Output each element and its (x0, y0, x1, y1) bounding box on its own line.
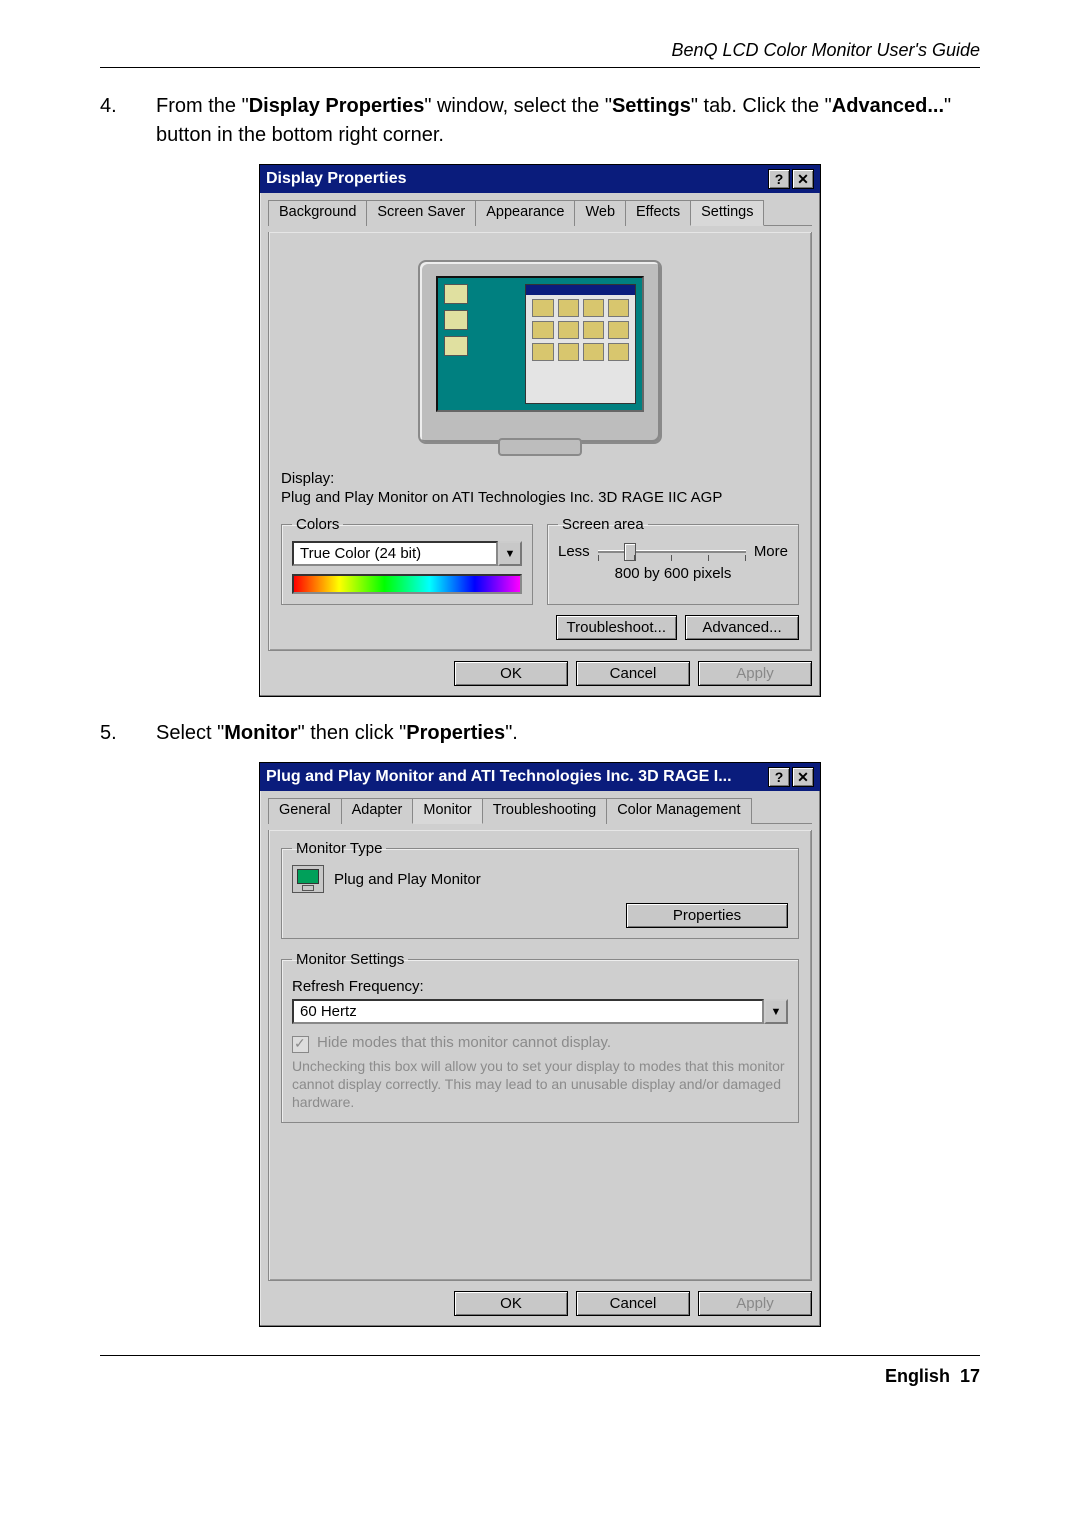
tab-general[interactable]: General (268, 798, 342, 824)
refresh-value: 60 Hertz (292, 999, 764, 1024)
tab-monitor[interactable]: Monitor (412, 798, 482, 824)
step-4-pre: From the " (156, 95, 249, 117)
resolution-value: 800 by 600 pixels (558, 565, 788, 582)
step-5-bold2: Properties (406, 722, 505, 744)
display-properties-dialog: Display Properties ? ✕ Background Screen… (259, 164, 821, 697)
monitor-type-group: Monitor Type Plug and Play Monitor Prope… (281, 840, 799, 939)
step-5: 5. Select "Monitor" then click "Properti… (100, 719, 980, 748)
color-gradient-preview (292, 574, 522, 594)
step-4-mid1: " window, select the " (424, 95, 612, 117)
step-4-text: From the "Display Properties" window, se… (156, 92, 980, 150)
dlg2-tabs: General Adapter Monitor Troubleshooting … (268, 797, 812, 824)
monitor-type-legend: Monitor Type (292, 840, 386, 857)
troubleshoot-button[interactable]: Troubleshoot... (556, 615, 678, 640)
properties-button[interactable]: Properties (626, 903, 788, 928)
refresh-label: Refresh Frequency: (292, 978, 788, 995)
apply-button: Apply (698, 661, 812, 686)
ok-button[interactable]: OK (454, 661, 568, 686)
chevron-down-icon[interactable]: ▼ (498, 541, 522, 566)
dlg2-tabpage: Monitor Type Plug and Play Monitor Prope… (268, 830, 812, 1281)
dlg1-tabpage: Display: Plug and Play Monitor on ATI Te… (268, 232, 812, 651)
dlg1-title: Display Properties (266, 170, 766, 188)
monitor-icon (292, 865, 324, 893)
display-label: Display: (281, 470, 799, 487)
tab-web[interactable]: Web (574, 200, 626, 226)
step-4-bold1: Display Properties (249, 95, 425, 117)
step-5-bold1: Monitor (224, 722, 297, 744)
screen-area-group: Screen area Less More 800 by 600 pixels (547, 516, 799, 605)
step-4: 4. From the "Display Properties" window,… (100, 92, 980, 150)
monitor-preview (281, 242, 799, 462)
tab-settings[interactable]: Settings (690, 200, 764, 226)
step-4-mid2: " tab. Click the " (691, 95, 832, 117)
tab-adapter[interactable]: Adapter (341, 798, 414, 824)
cancel-button[interactable]: Cancel (576, 661, 690, 686)
step-4-number: 4. (100, 92, 136, 150)
refresh-combo[interactable]: 60 Hertz ▼ (292, 999, 788, 1024)
tab-appearance[interactable]: Appearance (475, 200, 575, 226)
header-rule (100, 67, 980, 68)
monitor-type-value: Plug and Play Monitor (334, 871, 481, 888)
monitor-settings-group: Monitor Settings Refresh Frequency: 60 H… (281, 951, 799, 1123)
less-label: Less (558, 543, 590, 560)
step-4-bold2: Settings (612, 95, 691, 117)
footer-page: 17 (960, 1366, 980, 1386)
footer-rule (100, 1355, 980, 1356)
step-5-post: ". (505, 722, 518, 744)
colors-legend: Colors (292, 516, 343, 533)
advanced-button[interactable]: Advanced... (685, 615, 799, 640)
dlg2-titlebar: Plug and Play Monitor and ATI Technologi… (260, 763, 820, 791)
step-5-mid1: " then click " (298, 722, 407, 744)
dlg1-titlebar: Display Properties ? ✕ (260, 165, 820, 193)
close-icon[interactable]: ✕ (792, 169, 814, 189)
tab-screensaver[interactable]: Screen Saver (366, 200, 476, 226)
close-icon[interactable]: ✕ (792, 767, 814, 787)
ok-button[interactable]: OK (454, 1291, 568, 1316)
step-5-text: Select "Monitor" then click "Properties"… (156, 719, 980, 748)
tab-effects[interactable]: Effects (625, 200, 691, 226)
chevron-down-icon[interactable]: ▼ (764, 999, 788, 1024)
more-label: More (754, 543, 788, 560)
screen-area-legend: Screen area (558, 516, 648, 533)
colors-combo[interactable]: True Color (24 bit) ▼ (292, 541, 522, 566)
crt-icon (418, 260, 662, 444)
colors-value: True Color (24 bit) (292, 541, 498, 566)
tab-troubleshooting[interactable]: Troubleshooting (482, 798, 607, 824)
step-5-pre: Select " (156, 722, 224, 744)
cancel-button[interactable]: Cancel (576, 1291, 690, 1316)
header-guide-title: BenQ LCD Color Monitor User's Guide (100, 40, 980, 61)
colors-group: Colors True Color (24 bit) ▼ (281, 516, 533, 605)
hide-modes-description: Unchecking this box will allow you to se… (292, 1057, 788, 1112)
monitor-properties-dialog: Plug and Play Monitor and ATI Technologi… (259, 762, 821, 1327)
hide-modes-label: Hide modes that this monitor cannot disp… (317, 1034, 611, 1051)
footer-lang: English (885, 1366, 950, 1386)
resolution-slider[interactable] (598, 541, 746, 561)
dlg1-tabs: Background Screen Saver Appearance Web E… (268, 199, 812, 226)
display-value: Plug and Play Monitor on ATI Technologie… (281, 489, 799, 506)
help-icon[interactable]: ? (768, 169, 790, 189)
dlg2-title: Plug and Play Monitor and ATI Technologi… (266, 768, 766, 786)
tab-color-management[interactable]: Color Management (606, 798, 751, 824)
apply-button: Apply (698, 1291, 812, 1316)
hide-modes-checkbox (292, 1036, 309, 1053)
tab-background[interactable]: Background (268, 200, 367, 226)
step-5-number: 5. (100, 719, 136, 748)
monitor-settings-legend: Monitor Settings (292, 951, 408, 968)
help-icon[interactable]: ? (768, 767, 790, 787)
page-footer: English 17 (100, 1366, 980, 1387)
step-4-bold3: Advanced... (832, 95, 944, 117)
